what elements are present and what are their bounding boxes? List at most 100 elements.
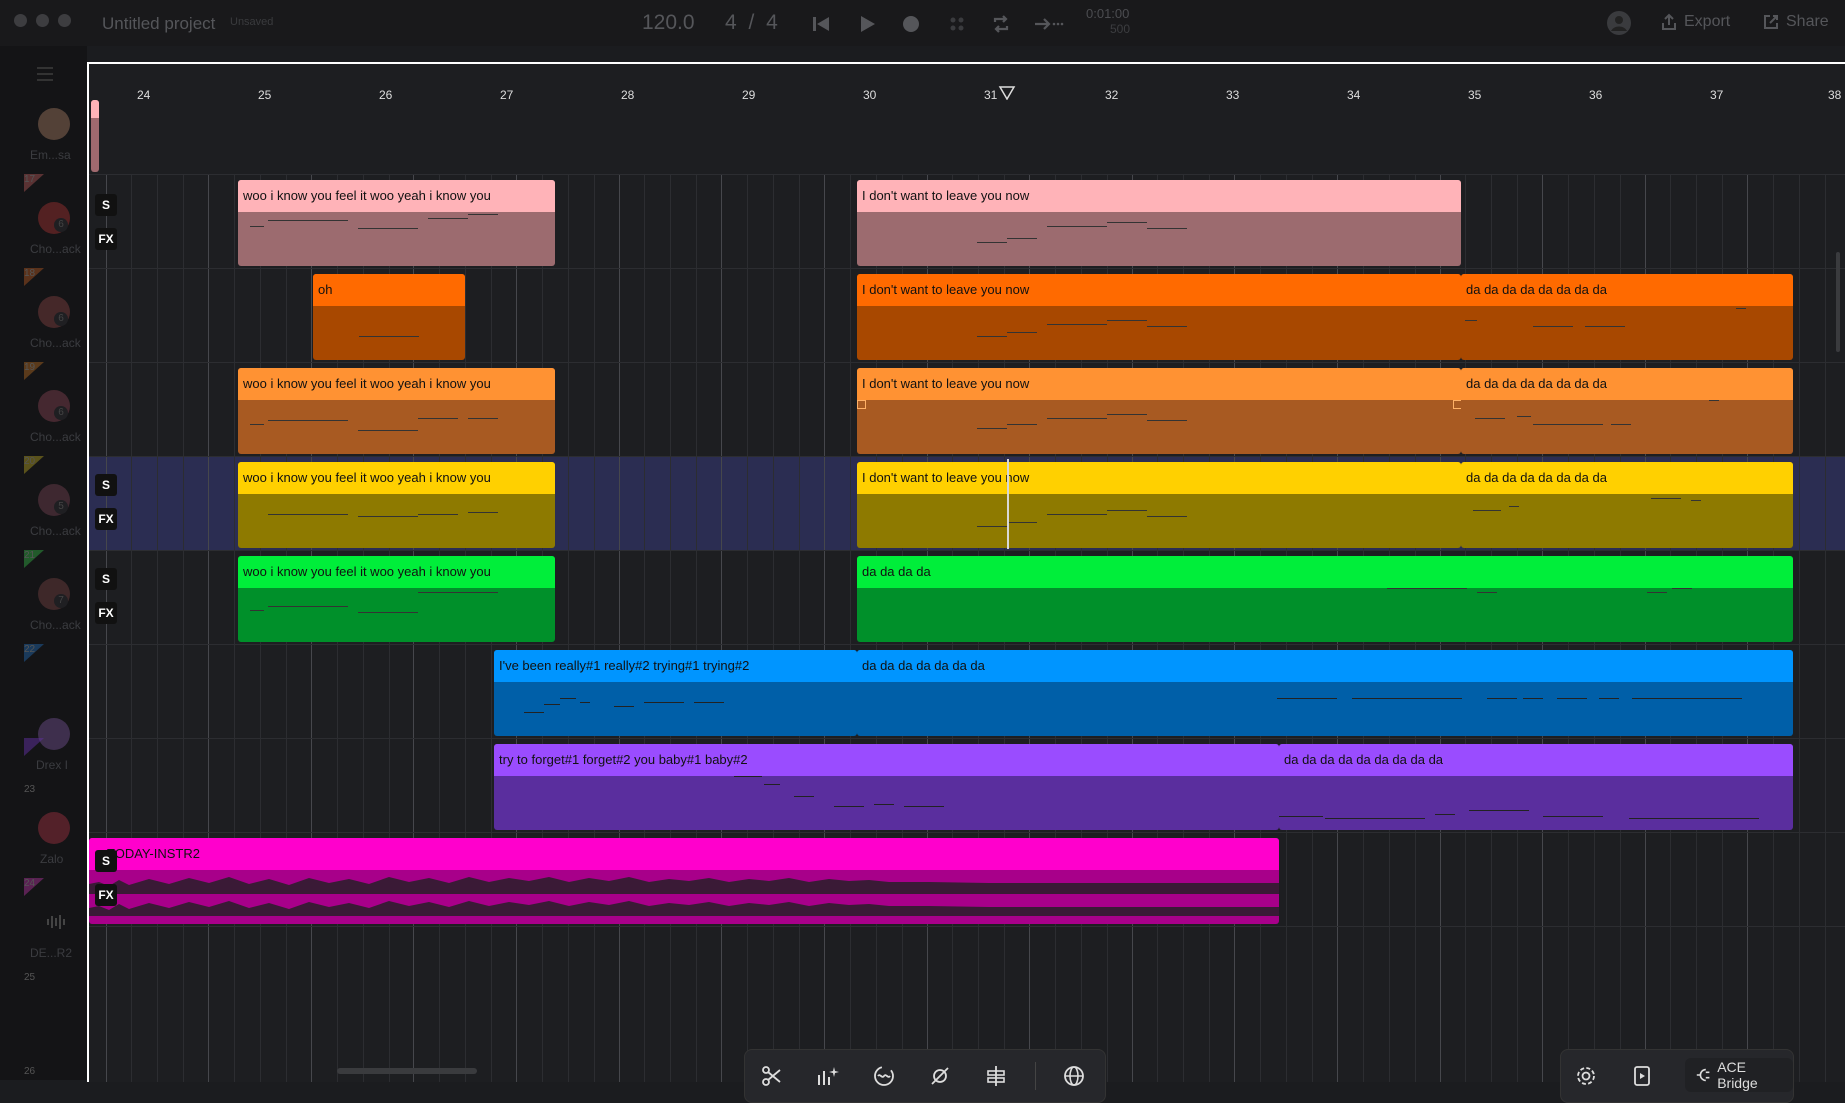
loop-icon: [993, 15, 1009, 33]
audio-clip[interactable]: TODAY-INSTR2: [89, 838, 1279, 924]
clip[interactable]: I don't want to leave you now: [857, 462, 1461, 548]
track-name[interactable]: Cho...ack: [30, 242, 81, 256]
loop-button[interactable]: [988, 11, 1014, 37]
user-circle-icon: [1607, 11, 1631, 35]
clip[interactable]: I don't want to leave you now: [857, 274, 1461, 360]
track-name[interactable]: Cho...ack: [30, 524, 81, 538]
clip[interactable]: da da da da da da da da: [1461, 274, 1793, 360]
clip-title: da da da da da da da da: [1461, 274, 1793, 306]
video-button[interactable]: [1629, 1063, 1655, 1089]
clip[interactable]: da da da da da da da: [857, 650, 1793, 736]
note: [1007, 332, 1037, 333]
rewind-button[interactable]: [808, 11, 834, 37]
note: [1533, 326, 1573, 327]
clip-title: I don't want to leave you now: [857, 368, 1461, 400]
clip[interactable]: da da da da da da da da da: [1279, 744, 1793, 830]
follow-playhead-button[interactable]: [1032, 11, 1066, 37]
note: [834, 806, 864, 807]
note: [1147, 420, 1187, 421]
note: [1047, 418, 1107, 419]
fx-button[interactable]: FX: [95, 508, 117, 530]
clip[interactable]: [91, 100, 99, 172]
clip[interactable]: woo i know you feel it woo yeah i know y…: [238, 462, 555, 548]
ace-bridge-button[interactable]: ACE Bridge: [1685, 1058, 1793, 1092]
fx-button[interactable]: FX: [95, 228, 117, 250]
tempo-display[interactable]: 120.0: [642, 11, 695, 35]
beat-gridline: [1799, 64, 1800, 1082]
clip[interactable]: I don't want to leave you now: [857, 368, 1461, 454]
track-avatar[interactable]: [38, 108, 70, 140]
split-tool-button[interactable]: [983, 1063, 1009, 1089]
time-sub-display: 500: [1110, 22, 1131, 36]
settings-button[interactable]: [1573, 1063, 1599, 1089]
note: [544, 704, 560, 705]
clip[interactable]: I don't want to leave you now: [857, 180, 1461, 266]
clip[interactable]: try to forget#1 forget#2 you baby#1 baby…: [494, 744, 1279, 830]
zoom-window-button[interactable]: [58, 14, 71, 27]
export-button[interactable]: Export: [1660, 13, 1730, 31]
language-button[interactable]: [1061, 1063, 1087, 1089]
vertical-scrollbar[interactable]: [1836, 252, 1840, 352]
project-title[interactable]: Untitled project: [102, 14, 215, 34]
horizontal-scrollbar[interactable]: [337, 1068, 477, 1074]
track-number: 22: [24, 644, 36, 655]
note: [1277, 698, 1337, 699]
clip[interactable]: da da da da: [857, 556, 1793, 642]
clip[interactable]: I've been really#1 really#2 trying#1 try…: [494, 650, 857, 736]
note: [1523, 698, 1543, 699]
note: [694, 702, 724, 703]
share-button[interactable]: Share: [1762, 13, 1829, 31]
metronome-button[interactable]: [944, 11, 970, 37]
note: [1107, 320, 1147, 321]
solo-button[interactable]: S: [95, 568, 117, 590]
note: [359, 336, 419, 337]
track-name[interactable]: Cho...ack: [30, 430, 81, 444]
clip[interactable]: da da da da da da da da: [1461, 368, 1793, 454]
clip[interactable]: woo i know you feel it woo yeah i know y…: [238, 556, 555, 642]
track-name[interactable]: DE...R2: [30, 946, 72, 960]
pitch-tool-button[interactable]: [815, 1063, 841, 1089]
bar-number: 31: [984, 88, 998, 102]
track-name[interactable]: Em...sa: [30, 148, 71, 162]
time-signature-display[interactable]: 4 / 4: [725, 11, 778, 35]
track-name[interactable]: Cho...ack: [30, 618, 81, 632]
arrangement-view[interactable]: 24 25 26 27 28 29 30 31 32 33 34 35 36 3…: [87, 62, 1845, 1103]
clip[interactable]: woo i know you feel it woo yeah i know y…: [238, 368, 555, 454]
clip-title: I've been really#1 really#2 trying#1 try…: [494, 650, 857, 682]
solo-button[interactable]: S: [95, 474, 117, 496]
record-button[interactable]: [898, 11, 924, 37]
note: [1047, 514, 1107, 515]
note: [1651, 498, 1681, 499]
bar-number: 36: [1589, 88, 1603, 102]
clip[interactable]: oh: [313, 274, 465, 360]
timeline-ruler[interactable]: 24 25 26 27 28 29 30 31 32 33 34 35 36 3…: [89, 64, 1845, 174]
playhead-marker-icon[interactable]: [998, 86, 1016, 100]
auto-tune-tool-button[interactable]: [927, 1063, 953, 1089]
clip-trim-handle-left[interactable]: [857, 400, 866, 409]
track-name[interactable]: Zalo: [40, 852, 63, 866]
clip-notes: [857, 212, 1461, 266]
solo-button[interactable]: S: [95, 850, 117, 872]
fx-button[interactable]: FX: [95, 884, 117, 906]
cut-tool-button[interactable]: [759, 1063, 785, 1089]
account-button[interactable]: [1606, 10, 1632, 36]
note: [268, 514, 348, 515]
beat-gridline: [234, 64, 235, 1082]
clip[interactable]: woo i know you feel it woo yeah i know y…: [238, 180, 555, 266]
track-name[interactable]: Drex I: [36, 758, 68, 772]
menu-icon[interactable]: [36, 66, 54, 82]
track-avatar[interactable]: [38, 812, 70, 844]
vibrato-tool-button[interactable]: [871, 1063, 897, 1089]
clip-notes: [238, 494, 555, 548]
fx-button[interactable]: FX: [95, 602, 117, 624]
minimize-window-button[interactable]: [36, 14, 49, 27]
play-button[interactable]: [854, 11, 880, 37]
waveform: [89, 870, 1279, 924]
scissors-icon: [762, 1066, 781, 1086]
track-sidebar: Em...sa 17 6 Cho...ack 18 6 Cho...ack 19…: [0, 46, 87, 1080]
close-window-button[interactable]: [14, 14, 27, 27]
track-name[interactable]: Cho...ack: [30, 336, 81, 350]
clip[interactable]: da da da da da da da da: [1461, 462, 1793, 548]
solo-button[interactable]: S: [95, 194, 117, 216]
note: [1691, 500, 1701, 501]
